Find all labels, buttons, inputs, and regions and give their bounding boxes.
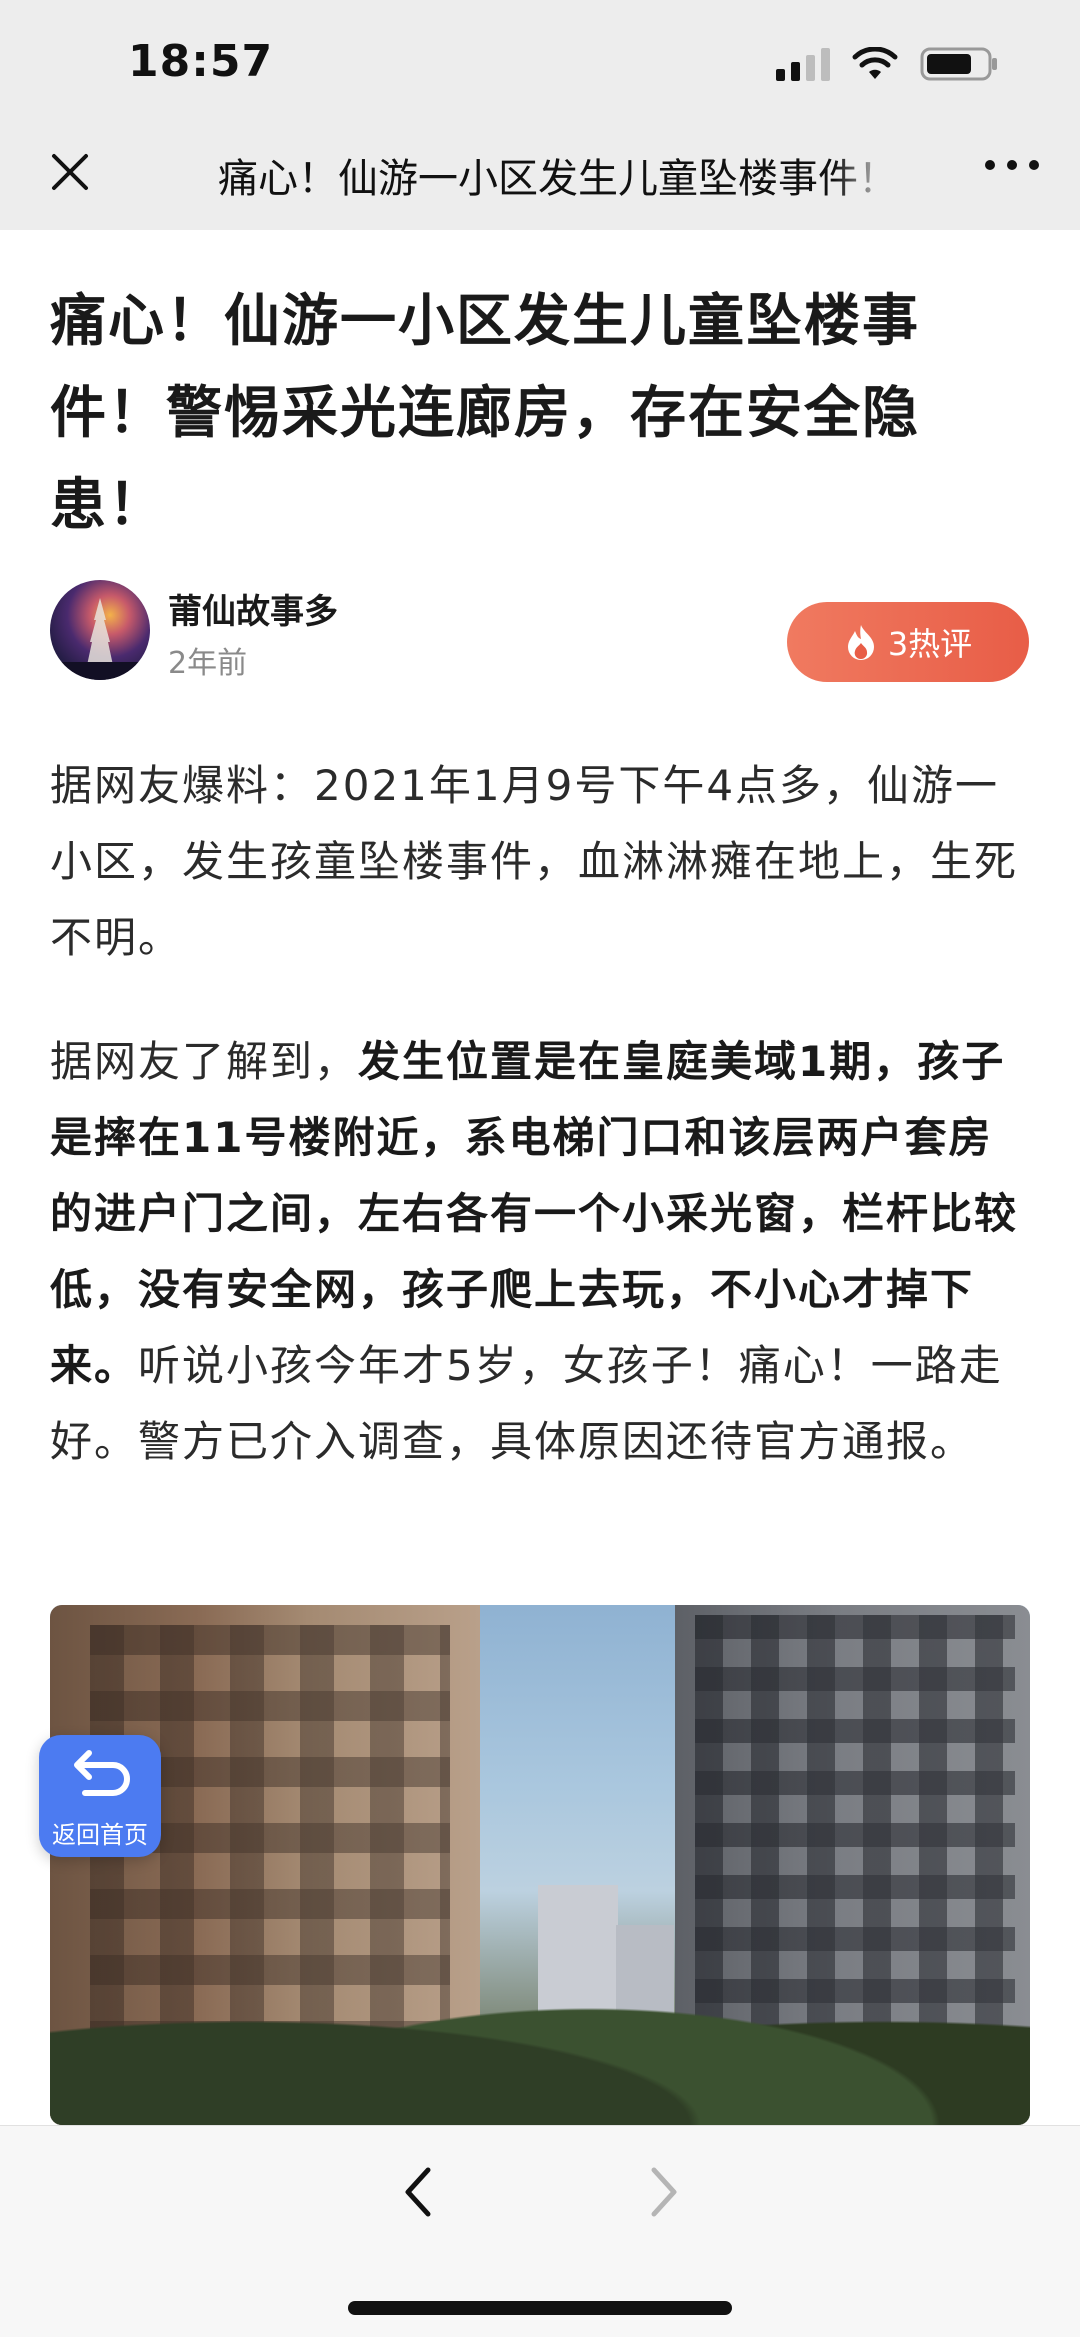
- paragraph-2-tail: 听说小孩今年才5岁，女孩子！痛心！一路走好。警方已介入调查，具体原因还待官方通报…: [50, 1341, 1003, 1466]
- back-home-button[interactable]: 返回首页: [39, 1735, 161, 1857]
- publish-time: 2年前: [168, 646, 248, 681]
- battery-icon: [920, 47, 997, 81]
- paragraph-2-bold: 发生位置是在皇庭美域1期，孩子是摔在11号楼附近，系电梯门口和该层两户套房的进户…: [50, 1037, 1019, 1390]
- nav-title-fade: [834, 140, 894, 210]
- chevron-left-icon[interactable]: [392, 2160, 442, 2224]
- status-time: 18:57: [128, 36, 274, 87]
- close-icon[interactable]: [48, 150, 92, 194]
- status-icons: [776, 44, 1000, 84]
- avatar[interactable]: [50, 580, 150, 680]
- photo-trees: [50, 1945, 1030, 2125]
- return-arrow-icon: [74, 1750, 130, 1796]
- nav-title: 痛心！仙游一小区发生儿童坠楼事件！警惕采光连廊房，存在安全隐患！: [218, 156, 884, 202]
- article-photo[interactable]: [50, 1605, 1030, 2125]
- paragraph-1: 据网友爆料：2021年1月9号下午4点多，仙游一小区，发生孩童坠楼事件，血淋淋瘫…: [50, 761, 1019, 962]
- home-indicator: [348, 2301, 732, 2315]
- back-home-label: 返回首页: [52, 1821, 148, 1849]
- more-icon[interactable]: [985, 160, 1039, 170]
- avatar-image: [50, 598, 150, 680]
- paragraph-2-lead: 据网友了解到，: [50, 1037, 359, 1086]
- article-title: 痛心！仙游一小区发生儿童坠楼事件！警惕采光连廊房，存在安全隐患！: [50, 289, 920, 538]
- author-name[interactable]: 莆仙故事多: [168, 584, 338, 633]
- hot-comments-label: 3热评: [887, 625, 973, 663]
- fire-icon: [847, 625, 874, 660]
- signal-icon: [776, 47, 830, 81]
- chevron-right-icon[interactable]: [640, 2160, 690, 2224]
- hot-comments-button[interactable]: 3热评: [787, 602, 1029, 682]
- wifi-icon: [852, 47, 898, 79]
- paragraph-2: 据网友了解到，发生位置是在皇庭美域1期，孩子是摔在11号楼附近，系电梯门口和该层…: [50, 1024, 1030, 1480]
